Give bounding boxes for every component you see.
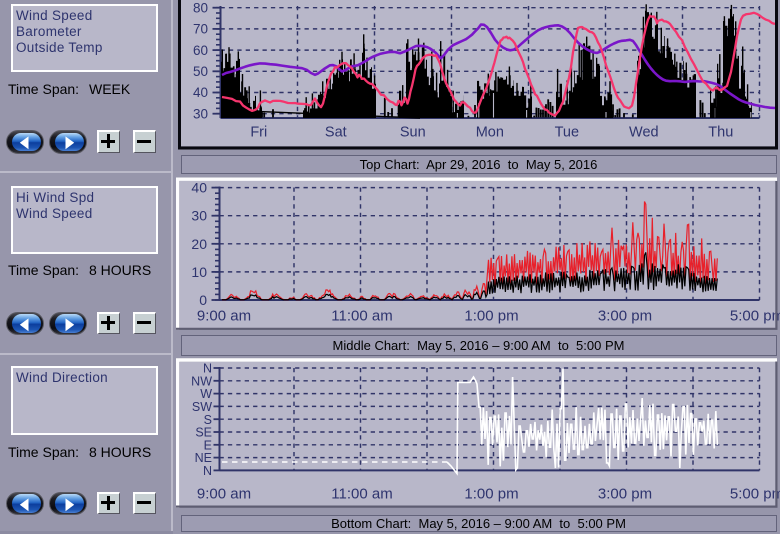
svg-text:N: N (203, 464, 212, 478)
svg-text:11:00 am: 11:00 am (331, 486, 392, 503)
svg-text:5:00 pm: 5:00 pm (730, 486, 780, 503)
svg-text:3:00 pm: 3:00 pm (598, 486, 652, 503)
svg-text:9:00 am: 9:00 am (197, 486, 251, 503)
svg-text:1:00 pm: 1:00 pm (464, 486, 518, 503)
